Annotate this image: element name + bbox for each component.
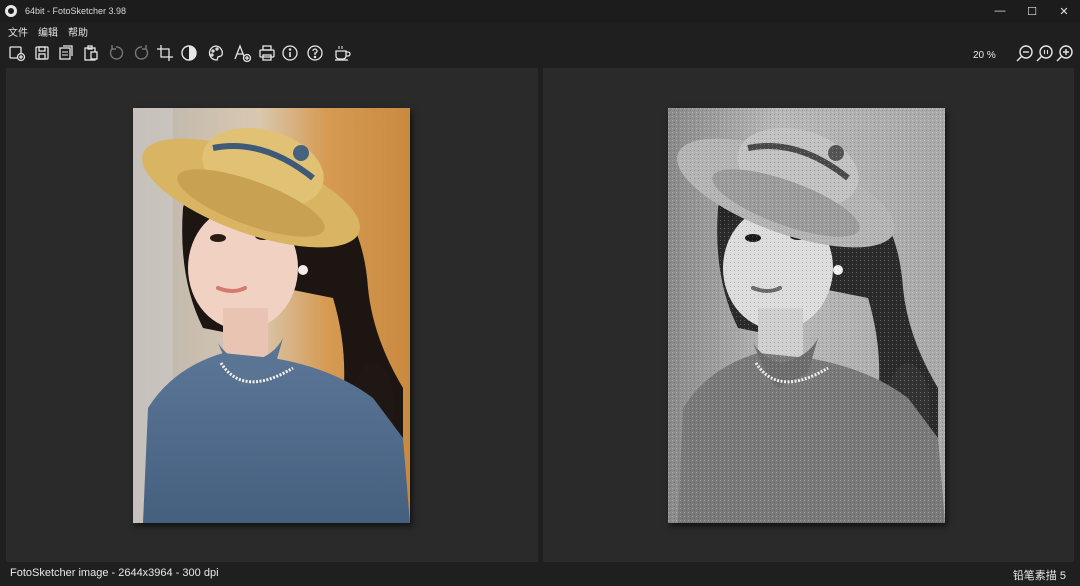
- contrast-icon[interactable]: [179, 43, 199, 63]
- maximize-button[interactable]: ☐: [1016, 0, 1048, 22]
- help-icon[interactable]: [305, 43, 325, 63]
- copy-icon[interactable]: [56, 43, 76, 63]
- undo-icon[interactable]: [106, 43, 126, 63]
- original-photo: [133, 108, 410, 523]
- menu-edit[interactable]: 编辑: [38, 24, 58, 39]
- window-controls: — ☐ ✕: [984, 0, 1080, 22]
- info-icon[interactable]: [280, 43, 300, 63]
- palette-icon[interactable]: [206, 43, 226, 63]
- print-icon[interactable]: [257, 43, 277, 63]
- sketch-image-panel[interactable]: [543, 68, 1074, 562]
- save-icon[interactable]: [32, 43, 52, 63]
- menu-file[interactable]: 文件: [8, 24, 28, 39]
- menu-bar: 文件 编辑 帮助: [0, 22, 1080, 40]
- app-logo-icon: [5, 5, 17, 17]
- zoom-level: 20 %: [973, 50, 996, 61]
- paste-icon[interactable]: [81, 43, 101, 63]
- effect-name: 铅笔素描 5: [1012, 570, 1066, 582]
- coffee-icon[interactable]: [332, 43, 352, 63]
- sketch-photo: [668, 108, 945, 523]
- close-button[interactable]: ✕: [1048, 0, 1080, 22]
- crop-icon[interactable]: [155, 43, 175, 63]
- toolbar: 20 %: [0, 40, 1080, 66]
- image-info: FotoSketcher image - 2644x3964 - 300 dpi: [10, 567, 219, 579]
- original-image-panel[interactable]: [6, 68, 538, 562]
- menu-help[interactable]: 帮助: [68, 24, 88, 39]
- zoom-actual-icon[interactable]: [1035, 43, 1055, 63]
- title-bar: 64bit - FotoSketcher 3.98 — ☐ ✕: [0, 0, 1080, 22]
- minimize-button[interactable]: —: [984, 0, 1016, 22]
- window-title: 64bit - FotoSketcher 3.98: [25, 6, 127, 16]
- zoom-out-icon[interactable]: [1015, 43, 1035, 63]
- new-icon[interactable]: [7, 43, 27, 63]
- text-add-icon[interactable]: [232, 43, 252, 63]
- zoom-in-icon[interactable]: [1055, 43, 1075, 63]
- redo-icon[interactable]: [132, 43, 152, 63]
- status-bar: FotoSketcher image - 2644x3964 - 300 dpi…: [0, 562, 1080, 586]
